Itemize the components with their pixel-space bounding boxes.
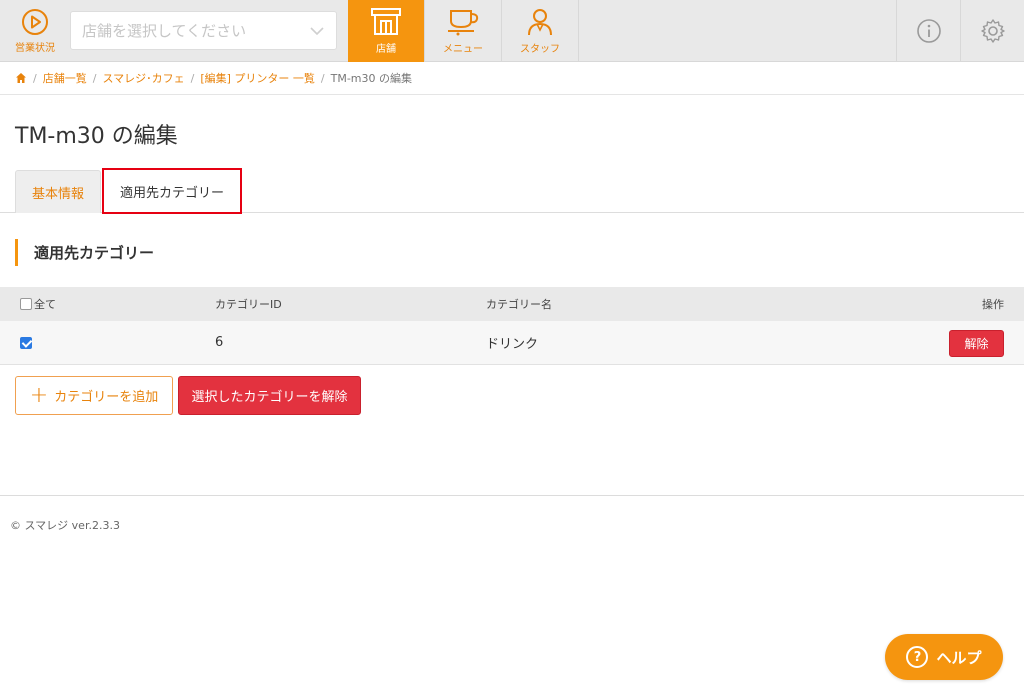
header-category-id: カテゴリーID xyxy=(215,298,282,311)
page-title: TM-m30 の編集 xyxy=(15,124,178,149)
header-category-name: カテゴリー名 xyxy=(486,298,552,311)
table-header: 全て カテゴリーID カテゴリー名 操作 xyxy=(0,287,1024,321)
nav-staff-label: スタッフ xyxy=(520,44,560,55)
breadcrumb-current: TM-m30 の編集 xyxy=(330,72,413,85)
tab-bar: 基本情報 適用先カテゴリー xyxy=(0,168,1024,214)
tab-basic-info[interactable]: 基本情報 xyxy=(15,170,101,213)
row-checkbox-cell xyxy=(20,321,34,364)
info-button[interactable] xyxy=(896,0,960,62)
plus-icon: + xyxy=(29,382,49,408)
play-circle-icon xyxy=(22,9,48,35)
row-category-name: ドリンク xyxy=(486,337,539,352)
section-title: 適用先カテゴリー xyxy=(15,239,154,266)
help-button[interactable]: ? ヘルプ xyxy=(885,634,1003,680)
nav-store-label: 店舗 xyxy=(376,44,396,55)
breadcrumb-store-list[interactable]: 店舗一覧 xyxy=(43,70,87,86)
info-icon xyxy=(916,19,941,43)
store-select[interactable]: 店舗を選択してください xyxy=(70,11,337,50)
breadcrumb-store[interactable]: スマレジ･カフェ xyxy=(102,70,184,86)
gear-icon xyxy=(980,19,1005,43)
business-status-button[interactable]: 営業状況 xyxy=(0,0,70,62)
nav-store[interactable]: 店舗 xyxy=(348,0,425,62)
breadcrumb-separator: / xyxy=(320,71,325,85)
table-row: 6 ドリンク 解除 xyxy=(0,321,1024,365)
header-action: 操作 xyxy=(982,298,1004,311)
footer-version: © スマレジ ver.2.3.3 xyxy=(10,519,120,532)
nav-menu-label: メニュー xyxy=(443,44,483,55)
home-icon[interactable] xyxy=(15,72,27,84)
settings-button[interactable] xyxy=(960,0,1024,62)
breadcrumb-separator: / xyxy=(92,71,97,85)
store-icon xyxy=(371,8,401,35)
store-select-placeholder: 店舗を選択してください xyxy=(82,22,247,40)
breadcrumb-separator: / xyxy=(33,71,37,85)
footer-divider xyxy=(0,495,1024,496)
row-category-id: 6 xyxy=(215,335,224,350)
select-all-label: 全て xyxy=(34,298,56,311)
chevron-down-icon xyxy=(310,27,324,36)
business-status-label: 営業状況 xyxy=(15,43,55,54)
add-category-button[interactable]: + カテゴリーを追加 xyxy=(15,376,173,415)
remove-selected-categories-button[interactable]: 選択したカテゴリーを解除 xyxy=(178,376,361,415)
top-bar: 営業状況 店舗を選択してください 店舗 メニュー スタッフ xyxy=(0,0,1024,62)
category-table: 全て カテゴリーID カテゴリー名 操作 6 ドリンク 解除 xyxy=(0,287,1024,365)
coffee-cup-icon xyxy=(448,10,479,36)
select-all-cell: 全て xyxy=(20,287,56,321)
breadcrumb-separator: / xyxy=(190,71,195,85)
row-checkbox[interactable] xyxy=(20,336,32,349)
nav-menu[interactable]: メニュー xyxy=(425,0,502,62)
release-button[interactable]: 解除 xyxy=(949,330,1004,357)
breadcrumb: / 店舗一覧 / スマレジ･カフェ / [編集] プリンター 一覧 / TM-m… xyxy=(0,62,1024,95)
add-category-label: カテゴリーを追加 xyxy=(54,390,159,405)
question-icon: ? xyxy=(906,646,929,668)
tab-applied-categories[interactable]: 適用先カテゴリー xyxy=(102,168,242,214)
select-all-checkbox[interactable] xyxy=(20,298,32,310)
help-label: ヘルプ xyxy=(936,648,982,667)
nav-staff[interactable]: スタッフ xyxy=(502,0,579,62)
breadcrumb-printer-list[interactable]: [編集] プリンター 一覧 xyxy=(200,70,315,86)
staff-person-icon xyxy=(528,9,552,36)
